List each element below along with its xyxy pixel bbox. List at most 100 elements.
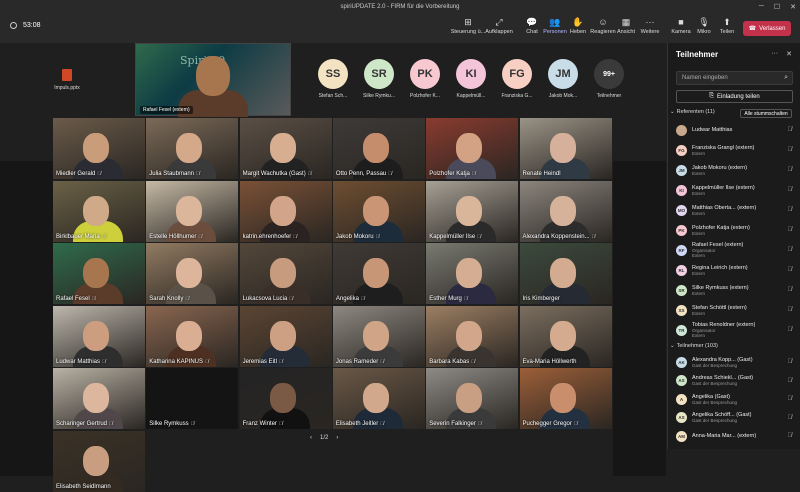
participant-row[interactable]: Ludwar Matthias 🎙̸ <box>676 121 796 139</box>
video-tile[interactable]: Katharina KAPINUS 🎙̸ <box>146 305 239 367</box>
video-tile[interactable]: Otto Penn, Passau 🎙̸ <box>332 118 425 179</box>
participant-avatar[interactable]: SR <box>364 59 394 89</box>
video-tile[interactable]: Rafael Fesel 🎙̸ <box>53 243 145 304</box>
muted-mic-icon[interactable]: 🎙̸ <box>788 287 793 293</box>
participant-row[interactable]: PK Polzhofer Katja (extern) Extern 🎙̸ <box>676 221 796 239</box>
toolbar-button-more[interactable]: ··· Weitere <box>641 16 660 35</box>
muted-mic-icon[interactable]: 🎙̸ <box>788 327 793 333</box>
muted-mic-icon[interactable]: 🎙̸ <box>788 378 793 384</box>
participant-row[interactable]: AS Angelika Schöff... (Gast) Gast der Besp… <box>676 409 796 427</box>
search-input[interactable]: Namen eingeben ⌕ <box>676 71 793 85</box>
muted-mic-icon[interactable]: 🎙̸ <box>788 307 793 313</box>
video-tile[interactable]: Renate Heindl <box>519 118 612 179</box>
video-tile[interactable]: Jakob Mokoru 🎙̸ <box>332 180 425 242</box>
muted-mic-icon[interactable]: 🎙̸ <box>788 247 793 253</box>
video-tile[interactable]: Lukacsova Lucia 🎙̸ <box>239 243 332 304</box>
video-tile[interactable]: Elisabeth Jeitler 🎙̸ <box>332 368 425 429</box>
muted-mic-icon[interactable]: 🎙̸ <box>788 415 793 421</box>
video-tile[interactable]: Scharinger Gertrud 🎙̸ <box>53 368 145 429</box>
video-tile[interactable]: Esther Murg 🎙̸ <box>426 243 519 304</box>
participant-avatar[interactable]: PK <box>410 59 440 89</box>
pptx-share[interactable]: Impuls.pptx <box>48 65 86 99</box>
video-tile[interactable]: Elisabeth Seidlmann <box>53 430 145 492</box>
participant-row[interactable]: SR Silke Rymkuss (extern) Extern 🎙̸ <box>676 281 796 299</box>
person-face <box>176 195 203 226</box>
muted-mic-icon[interactable]: 🎙̸ <box>788 167 793 173</box>
toolbar-button-mic[interactable]: 🎙 Mikro <box>697 16 710 35</box>
video-tile[interactable]: Sarah Knolly 🎙̸ <box>146 243 239 304</box>
video-tile[interactable]: Margit Wachutka (Gast) 🎙̸ <box>239 118 332 179</box>
toolbar-button-expand[interactable]: ⤢ Aufklappen <box>485 16 513 35</box>
participant-row[interactable]: TR Tobias Renoldner (extern) Organisator Ex… <box>676 321 796 339</box>
participant-avatar[interactable]: KI <box>456 59 486 89</box>
video-tile[interactable]: Silke Rymkuss 🎙̸ <box>146 368 239 429</box>
video-tile[interactable]: Eva-Maria Höllwerth <box>519 305 612 367</box>
more-options-icon[interactable]: ··· <box>771 50 778 58</box>
video-tile[interactable]: Iris Kimberger <box>519 243 612 304</box>
participant-row[interactable]: AM Anna-Maria Mar... (extern) 🎙̸ <box>676 427 796 445</box>
toolbar-button-hand[interactable]: ✋ Heben <box>570 16 586 35</box>
person-face <box>456 383 483 413</box>
close-icon[interactable]: ✕ <box>790 3 796 11</box>
participant-row[interactable]: SS Stefan Schöttl (extern) Extern 🎙̸ <box>676 301 796 319</box>
toolbar-button-control[interactable]: ⊞ Steuerung ü... <box>451 16 486 35</box>
prev-page-icon[interactable]: ‹ <box>310 435 312 441</box>
video-tile[interactable]: Julia Staubmann 🎙̸ <box>146 118 239 179</box>
participant-row[interactable]: A Angelika (Gast) Gast der Besprechung 🎙̸ <box>676 390 796 408</box>
video-tile[interactable]: Miedler Gerald 🎙̸ <box>53 118 145 179</box>
video-tile[interactable]: Ludwar Matthias 🎙̸ <box>53 305 145 367</box>
mute-all-button[interactable]: Alle stummschalten <box>740 109 792 118</box>
toolbar-button-chat[interactable]: 💬 Chat <box>526 16 538 35</box>
attendees-section-toggle[interactable]: ⌄ Teilnehmer (103) <box>670 343 718 349</box>
person-face <box>456 320 483 351</box>
muted-mic-icon[interactable]: 🎙̸ <box>788 207 793 213</box>
participant-avatar[interactable]: SS <box>318 59 348 89</box>
toolbar-button-share[interactable]: ⬆ Teilen <box>720 16 734 35</box>
participant-row[interactable]: FG Franziska Grangl (extern) Extern 🎙̸ <box>676 141 796 159</box>
participant-row[interactable]: RL Regina Leirich (extern) Extern 🎙̸ <box>676 261 796 279</box>
toolbar-button-react[interactable]: ☺ Reagieren <box>590 16 615 35</box>
muted-mic-icon[interactable]: 🎙̸ <box>788 267 793 273</box>
participant-avatar[interactable]: 99+ <box>594 59 624 89</box>
participant-row[interactable]: MO Matthias Oberta... (extern) Extern 🎙̸ <box>676 201 796 219</box>
participant-avatar[interactable]: FG <box>502 59 532 89</box>
video-tile[interactable]: Severin Falkinger 🎙̸ <box>426 368 519 429</box>
video-tile[interactable]: Alexandra Koppenstein... 🎙̸ <box>519 180 612 242</box>
toolbar-button-camera[interactable]: ■ Kamera <box>671 16 690 35</box>
muted-mic-icon[interactable]: 🎙̸ <box>788 433 793 439</box>
muted-mic-icon[interactable]: 🎙̸ <box>788 359 793 365</box>
next-page-icon[interactable]: › <box>336 435 338 441</box>
muted-mic-icon[interactable]: 🎙̸ <box>788 187 793 193</box>
video-tile[interactable]: Angelika 🎙̸ <box>332 243 425 304</box>
referents-section-toggle[interactable]: ⌄ Referenten (11) <box>670 109 715 115</box>
video-tile[interactable]: Polzhofer Katja 🎙̸ <box>426 118 519 179</box>
minimize-icon[interactable]: ─ <box>759 3 764 10</box>
muted-mic-icon[interactable]: 🎙̸ <box>788 227 793 233</box>
close-panel-icon[interactable]: ✕ <box>786 50 792 58</box>
video-tile[interactable]: Puchegger Gregor 🎙̸ <box>519 368 612 429</box>
toolbar-button-people[interactable]: 👥 Personen <box>543 16 567 35</box>
participant-avatar[interactable]: JM <box>548 59 578 89</box>
participant-row[interactable]: AS Andreas Schiekl... (Gast) Gast der Besp… <box>676 372 796 390</box>
share-invite-button[interactable]: ⎘ Einladung teilen <box>676 90 793 103</box>
muted-mic-icon[interactable]: 🎙̸ <box>788 127 793 133</box>
leave-button[interactable]: ☎ Verlassen <box>743 21 791 36</box>
spotlight-video[interactable]: Spirit .0 Rafael Fesel (extern) <box>135 43 291 117</box>
participant-row[interactable]: JM Jakob Mokoru (extern) Extern 🎙̸ <box>676 161 796 179</box>
video-tile[interactable]: Birklbauer Maria 🎙̸ <box>53 180 145 242</box>
video-tile[interactable]: Barbara Kabas 🎙̸ <box>426 305 519 367</box>
toolbar-button-view[interactable]: ▦ Ansicht <box>617 16 635 35</box>
video-tile[interactable]: Estelle Höllhumer 🎙̸ <box>146 180 239 242</box>
video-tile[interactable]: katrin.ehrenhoefer 🎙̸ <box>239 180 332 242</box>
maximize-icon[interactable]: ☐ <box>774 3 780 11</box>
video-tile[interactable]: Kappelmüller Ilse 🎙̸ <box>426 180 519 242</box>
video-tile[interactable]: Jonas Rameder 🎙̸ <box>332 305 425 367</box>
muted-mic-icon[interactable]: 🎙̸ <box>788 147 793 153</box>
muted-mic-icon[interactable]: 🎙̸ <box>788 396 793 402</box>
participant-row[interactable]: AK Alexandra Kopp... (Gast) Gast der Bespr… <box>676 353 796 371</box>
video-tile[interactable]: Franz Winter 🎙̸ <box>239 368 332 429</box>
video-tile[interactable]: Jeremias Eitl 🎙̸ <box>239 305 332 367</box>
participant-row[interactable]: KI Kappelmüller Ilse (extern) Extern 🎙̸ <box>676 181 796 199</box>
participant-row[interactable]: RF Rafael Fesel (extern) Organisator Extern… <box>676 241 796 259</box>
person-face <box>362 195 389 226</box>
